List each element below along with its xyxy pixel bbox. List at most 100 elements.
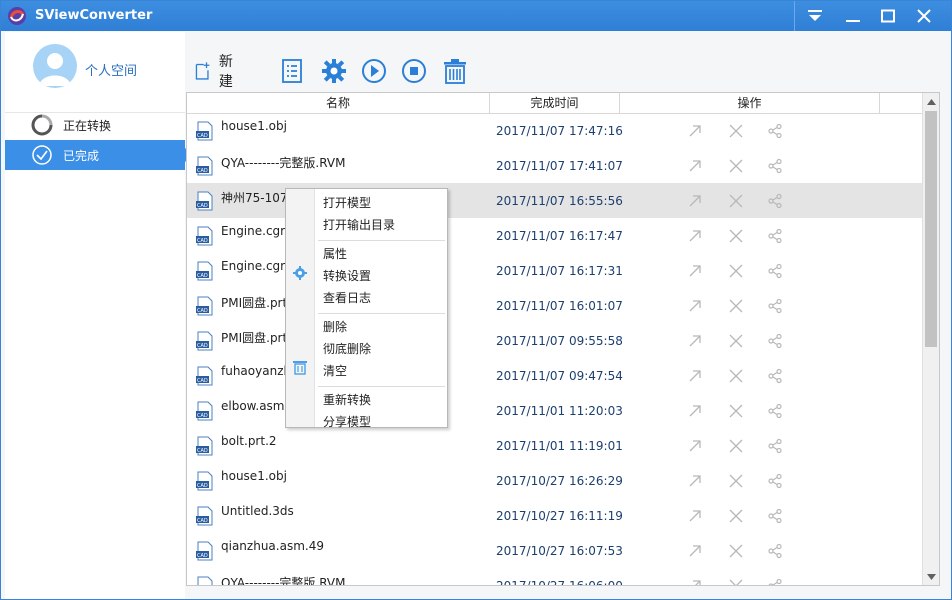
share-icon[interactable] [767, 333, 783, 349]
svg-text:CAD: CAD [197, 238, 208, 244]
delete-icon[interactable] [728, 543, 744, 559]
chevron-down-icon [927, 573, 936, 580]
delete-icon[interactable] [728, 473, 744, 489]
open-icon[interactable] [687, 333, 703, 349]
share-icon[interactable] [767, 508, 783, 524]
table-header: 名称 完成时间 操作 [187, 93, 923, 114]
share-icon[interactable] [767, 298, 783, 314]
finish-time: 2017/10/27 16:11:19 [496, 509, 623, 523]
share-icon[interactable] [767, 438, 783, 454]
dropdown-button[interactable] [797, 1, 833, 31]
delete-icon[interactable] [728, 193, 744, 209]
table-row[interactable]: CAD QYA--------完整版.RVM 2017/10/27 16:06:00 [187, 568, 923, 585]
open-icon[interactable] [687, 123, 703, 139]
delete-icon[interactable] [728, 578, 744, 585]
svg-text:CAD: CAD [197, 553, 208, 559]
share-icon[interactable] [767, 368, 783, 384]
scroll-thumb[interactable] [925, 111, 937, 347]
share-icon[interactable] [767, 158, 783, 174]
table-row[interactable]: CAD bolt.prt.2 2017/11/01 11:19:01 [187, 428, 923, 463]
open-icon[interactable] [687, 228, 703, 244]
table-row[interactable]: CAD house1.obj 2017/11/07 17:47:16 [187, 113, 923, 148]
scroll-up-button[interactable] [923, 93, 939, 110]
new-file-icon [195, 62, 210, 80]
gear-icon [322, 59, 346, 83]
open-icon[interactable] [687, 403, 703, 419]
column-header-time[interactable]: 完成时间 [490, 93, 620, 113]
start-button[interactable] [361, 53, 387, 89]
delete-icon[interactable] [728, 333, 744, 349]
task-list-button[interactable] [281, 53, 303, 89]
cad-file-icon: CAD [196, 471, 213, 491]
svg-text:CAD: CAD [197, 378, 208, 384]
context-menu-item[interactable]: 删除 [323, 317, 347, 337]
vertical-scrollbar[interactable] [922, 93, 939, 585]
stop-button[interactable] [401, 53, 427, 89]
minimize-button[interactable] [835, 1, 871, 31]
share-icon[interactable] [767, 228, 783, 244]
titlebar-separator [794, 1, 795, 31]
context-menu: 打开模型 打开输出目录 属性 转换设置 查看日志删除 彻底删除 清空重新转换 分享模型 [285, 188, 448, 429]
cad-file-icon: CAD [196, 366, 213, 386]
close-button[interactable] [906, 1, 942, 31]
delete-icon[interactable] [728, 263, 744, 279]
context-menu-item[interactable]: 分享模型 [323, 412, 371, 432]
share-icon[interactable] [767, 193, 783, 209]
open-icon[interactable] [687, 438, 703, 454]
open-icon[interactable] [687, 543, 703, 559]
sidebar-item-completed[interactable]: 已完成 [5, 140, 193, 170]
share-icon[interactable] [767, 123, 783, 139]
open-icon[interactable] [687, 508, 703, 524]
settings-button[interactable] [321, 53, 347, 89]
table-row[interactable]: CAD qianzhua.asm.49 2017/10/27 16:07:53 [187, 533, 923, 568]
table-row[interactable]: CAD QYA--------完整版.RVM 2017/11/07 17:41:07 [187, 148, 923, 183]
open-icon[interactable] [687, 473, 703, 489]
open-icon[interactable] [687, 263, 703, 279]
delete-icon[interactable] [728, 508, 744, 524]
scroll-down-button[interactable] [923, 568, 939, 585]
share-icon[interactable] [767, 403, 783, 419]
menu-separator [318, 313, 445, 314]
context-menu-item[interactable]: 打开模型 [323, 193, 371, 213]
context-menu-item[interactable]: 清空 [323, 361, 347, 381]
delete-all-button[interactable] [443, 53, 467, 89]
column-header-name[interactable]: 名称 [187, 93, 490, 113]
context-menu-item[interactable]: 属性 [323, 244, 347, 264]
cad-file-icon: CAD [196, 121, 213, 141]
table-row[interactable]: CAD house1.obj 2017/10/27 16:26:29 [187, 463, 923, 498]
open-icon[interactable] [687, 578, 703, 585]
context-menu-item[interactable]: 彻底删除 [323, 339, 371, 359]
title-bar[interactable]: SViewConverter [1, 1, 951, 31]
open-icon[interactable] [687, 158, 703, 174]
share-icon[interactable] [767, 263, 783, 279]
share-icon[interactable] [767, 473, 783, 489]
context-menu-item[interactable]: 打开输出目录 [323, 215, 395, 235]
sidebar: 个人空间 正在转换 已完成 [5, 32, 193, 599]
file-name: qianzhua.asm.49 [221, 539, 324, 553]
delete-icon[interactable] [728, 123, 744, 139]
open-icon[interactable] [687, 298, 703, 314]
context-menu-item[interactable]: 转换设置 [323, 266, 371, 286]
delete-icon[interactable] [728, 438, 744, 454]
new-button[interactable]: 新建 [195, 53, 239, 90]
open-icon[interactable] [687, 193, 703, 209]
sidebar-item-converting[interactable]: 正在转换 [5, 110, 185, 140]
column-header-actions[interactable]: 操作 [620, 93, 880, 113]
delete-icon[interactable] [728, 298, 744, 314]
context-menu-item[interactable]: 重新转换 [323, 390, 371, 410]
share-icon[interactable] [767, 578, 783, 585]
share-icon[interactable] [767, 543, 783, 559]
delete-icon[interactable] [728, 228, 744, 244]
menu-separator [318, 386, 445, 387]
delete-icon[interactable] [728, 158, 744, 174]
maximize-button[interactable] [870, 1, 906, 31]
context-menu-item[interactable]: 查看日志 [323, 288, 371, 308]
delete-icon[interactable] [728, 403, 744, 419]
user-space-label[interactable]: 个人空间 [85, 60, 137, 79]
chevron-up-icon [927, 98, 936, 105]
avatar[interactable] [33, 44, 77, 88]
table-row[interactable]: CAD Untitled.3ds 2017/10/27 16:11:19 [187, 498, 923, 533]
file-name: bolt.prt.2 [221, 434, 277, 448]
open-icon[interactable] [687, 368, 703, 384]
delete-icon[interactable] [728, 368, 744, 384]
